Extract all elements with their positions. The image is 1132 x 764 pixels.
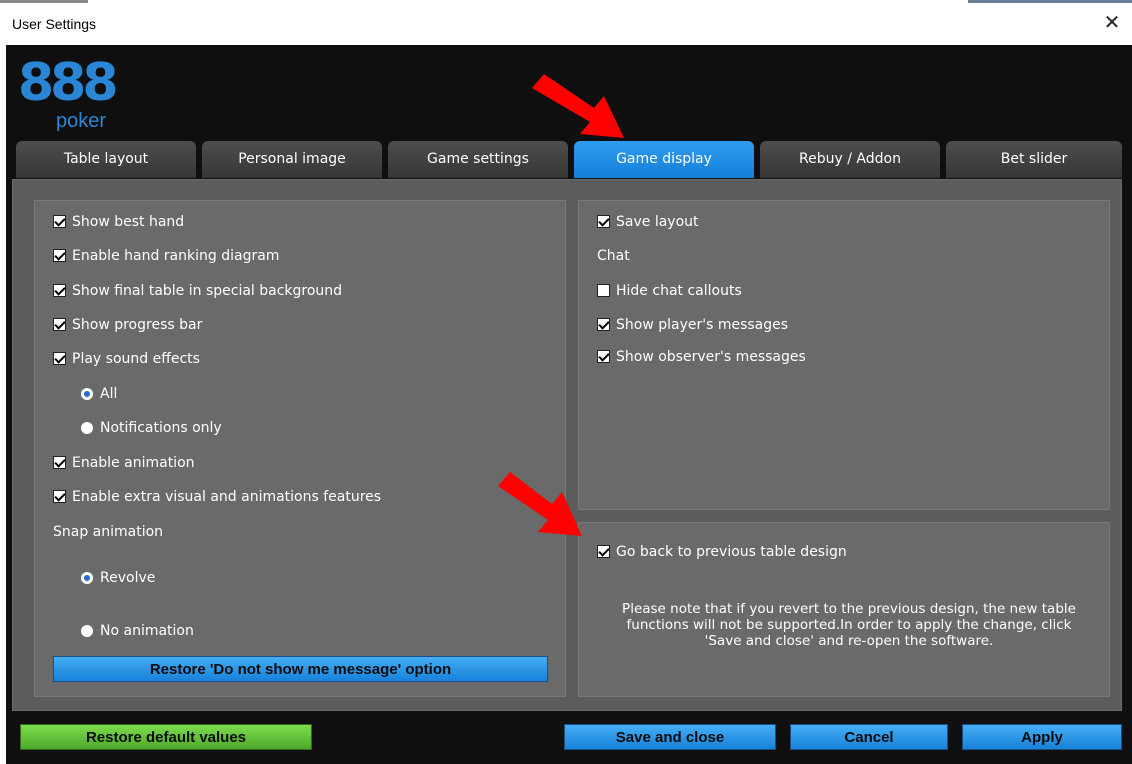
annotation-arrow-icon xyxy=(498,472,582,536)
extra-visual-option[interactable]: Enable extra visual and animations featu… xyxy=(53,487,553,507)
checkbox[interactable] xyxy=(597,215,610,228)
checkbox[interactable] xyxy=(53,215,66,228)
section-label: Snap animation xyxy=(53,524,164,540)
tab-bet-slider[interactable]: Bet slider xyxy=(946,141,1122,178)
option-label: Enable extra visual and animations featu… xyxy=(72,489,382,505)
option-label: Enable animation xyxy=(72,455,195,471)
sound-effects-option[interactable]: Play sound effects xyxy=(53,349,533,369)
option-label: Play sound effects xyxy=(72,351,200,367)
restore-defaults-button[interactable]: Restore default values xyxy=(20,724,312,750)
design-note: Please note that if you revert to the pr… xyxy=(622,601,1076,649)
title-bar: User Settings ✕ xyxy=(0,0,1132,45)
display-options-panel: Show best hand Enable hand ranking diagr… xyxy=(34,200,566,697)
window-title: User Settings xyxy=(12,16,97,32)
progress-bar-option[interactable]: Show progress bar xyxy=(53,315,533,335)
table-design-panel: Go back to previous table design Please … xyxy=(578,522,1110,697)
restore-message-button[interactable]: Restore 'Do not show me message' option xyxy=(53,656,548,682)
final-table-background-option[interactable]: Show final table in special background xyxy=(53,281,533,301)
tab-personal-image[interactable]: Personal image xyxy=(202,141,382,178)
close-icon[interactable]: ✕ xyxy=(1100,10,1124,34)
layout-chat-panel: Save layout Chat Hide chat callouts Show… xyxy=(578,200,1110,510)
tab-rebuy-addon[interactable]: Rebuy / Addon xyxy=(760,141,940,178)
logo-number: 888 xyxy=(18,53,119,113)
snap-animation-heading: Snap animation xyxy=(53,522,353,542)
show-observer-messages-option[interactable]: Show observer's messages xyxy=(597,347,997,367)
section-label: Chat xyxy=(597,248,630,264)
logo-word: poker xyxy=(56,110,107,132)
option-label: Show player's messages xyxy=(616,317,789,333)
option-label: All xyxy=(100,386,118,402)
radio-button[interactable] xyxy=(81,422,93,434)
option-label: Go back to previous table design xyxy=(616,544,847,560)
sound-notifications-option[interactable]: Notifications only xyxy=(81,418,381,438)
checkbox[interactable] xyxy=(597,545,610,558)
checkbox[interactable] xyxy=(53,284,66,297)
chat-heading: Chat xyxy=(597,246,797,266)
top-edge-segment xyxy=(968,0,1132,3)
checkbox[interactable] xyxy=(597,284,610,297)
option-label: Enable hand ranking diagram xyxy=(72,248,280,264)
option-label: Save layout xyxy=(616,214,699,230)
annotation-arrow-icon xyxy=(532,74,624,138)
top-edge xyxy=(0,0,1132,4)
logo-888poker: 888 poker xyxy=(18,53,119,133)
top-edge-segment xyxy=(0,0,88,3)
option-label: Revolve xyxy=(100,570,156,586)
game-display-content: Show best hand Enable hand ranking diagr… xyxy=(12,179,1122,711)
checkbox[interactable] xyxy=(597,318,610,331)
snap-revolve-option[interactable]: Revolve xyxy=(81,568,381,588)
hand-ranking-option[interactable]: Enable hand ranking diagram xyxy=(53,246,533,266)
radio-button[interactable] xyxy=(81,388,93,400)
snap-no-animation-option[interactable]: No animation xyxy=(81,621,381,641)
animation-option[interactable]: Enable animation xyxy=(53,453,533,473)
option-label: Show final table in special background xyxy=(72,283,343,299)
save-layout-option[interactable]: Save layout xyxy=(597,212,997,232)
tab-table-layout[interactable]: Table layout xyxy=(16,141,196,178)
checkbox[interactable] xyxy=(53,249,66,262)
checkbox[interactable] xyxy=(597,350,610,363)
radio-button[interactable] xyxy=(81,625,93,637)
show-player-messages-option[interactable]: Show player's messages xyxy=(597,315,997,335)
settings-window: 888 poker Table layout Personal image Ga… xyxy=(6,45,1132,764)
save-and-close-button[interactable]: Save and close xyxy=(564,724,776,750)
option-label: Hide chat callouts xyxy=(616,283,742,299)
option-label: Show best hand xyxy=(72,214,185,230)
show-best-hand-option[interactable]: Show best hand xyxy=(53,212,533,232)
option-label: Show observer's messages xyxy=(616,349,806,365)
sound-all-option[interactable]: All xyxy=(81,384,381,404)
hide-chat-callouts-option[interactable]: Hide chat callouts xyxy=(597,281,997,301)
radio-button[interactable] xyxy=(81,572,93,584)
checkbox[interactable] xyxy=(53,456,66,469)
cancel-button[interactable]: Cancel xyxy=(790,724,948,750)
apply-button[interactable]: Apply xyxy=(962,724,1122,750)
option-label: Show progress bar xyxy=(72,317,203,333)
checkbox[interactable] xyxy=(53,490,66,503)
option-label: No animation xyxy=(100,623,194,639)
option-label: Notifications only xyxy=(100,420,222,436)
checkbox[interactable] xyxy=(53,352,66,365)
go-back-previous-design-option[interactable]: Go back to previous table design xyxy=(597,542,1047,562)
checkbox[interactable] xyxy=(53,318,66,331)
